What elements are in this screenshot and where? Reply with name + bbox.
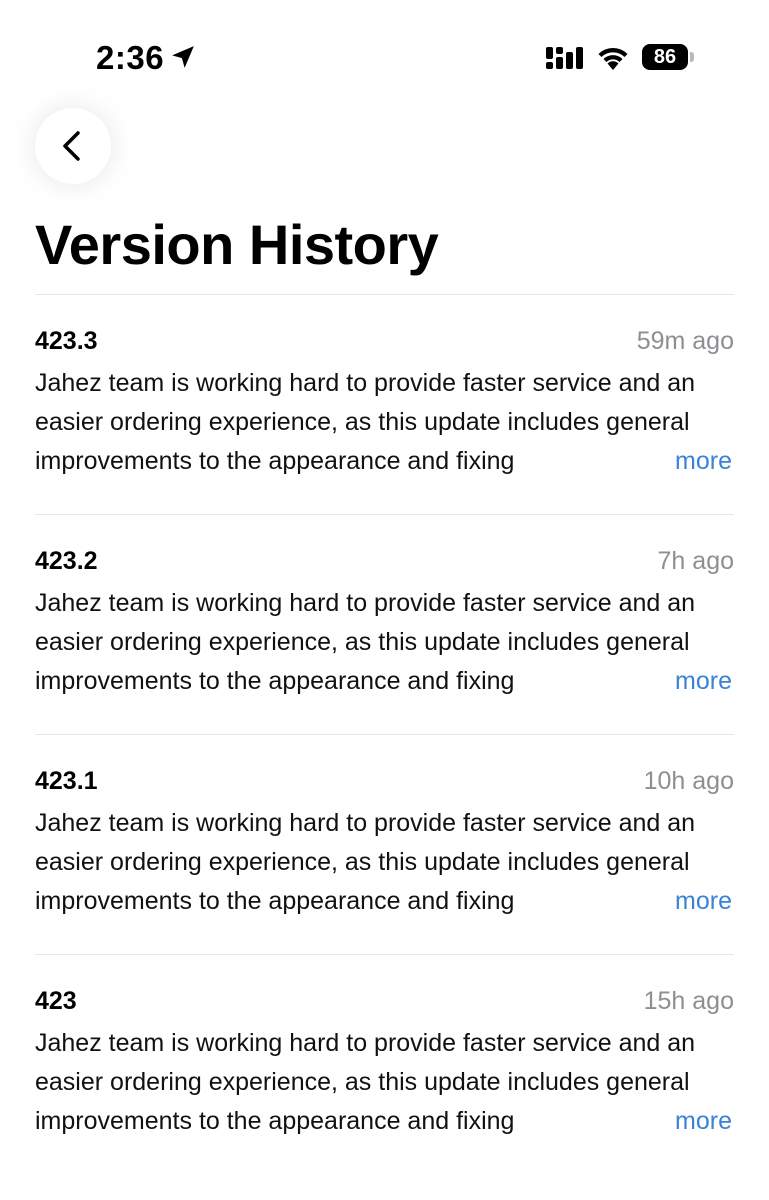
status-bar: 2:36 86 <box>0 0 769 110</box>
version-timestamp: 10h ago <box>643 767 734 795</box>
status-time: 2:36 <box>96 39 165 76</box>
version-timestamp: 7h ago <box>657 547 734 575</box>
version-number: 423.2 <box>35 547 98 575</box>
page-title: Version History <box>35 213 439 276</box>
version-timestamp: 59m ago <box>636 327 734 355</box>
location-arrow-icon <box>172 46 194 68</box>
version-number: 423.1 <box>35 767 98 795</box>
cellular-signal-icon <box>546 47 583 69</box>
more-link[interactable]: more <box>669 1102 732 1141</box>
version-number: 423 <box>35 987 77 1015</box>
chevron-left-icon <box>63 131 80 161</box>
battery-icon: 86 <box>642 44 694 70</box>
version-list: 423.3 59m ago Jahez team is working hard… <box>0 295 769 1174</box>
battery-level: 86 <box>642 44 688 70</box>
version-item: 423.1 10h ago Jahez team is working hard… <box>35 735 734 955</box>
more-link[interactable]: more <box>669 442 732 481</box>
back-button[interactable] <box>35 108 111 184</box>
more-link[interactable]: more <box>669 882 732 921</box>
more-link[interactable]: more <box>669 662 732 701</box>
wifi-icon <box>598 47 628 70</box>
version-item: 423.2 7h ago Jahez team is working hard … <box>35 515 734 735</box>
version-item: 423.3 59m ago Jahez team is working hard… <box>35 295 734 515</box>
battery-cap <box>690 52 694 62</box>
version-number: 423.3 <box>35 327 98 355</box>
version-timestamp: 15h ago <box>643 987 734 1015</box>
version-item: 423 15h ago Jahez team is working hard t… <box>35 955 734 1174</box>
